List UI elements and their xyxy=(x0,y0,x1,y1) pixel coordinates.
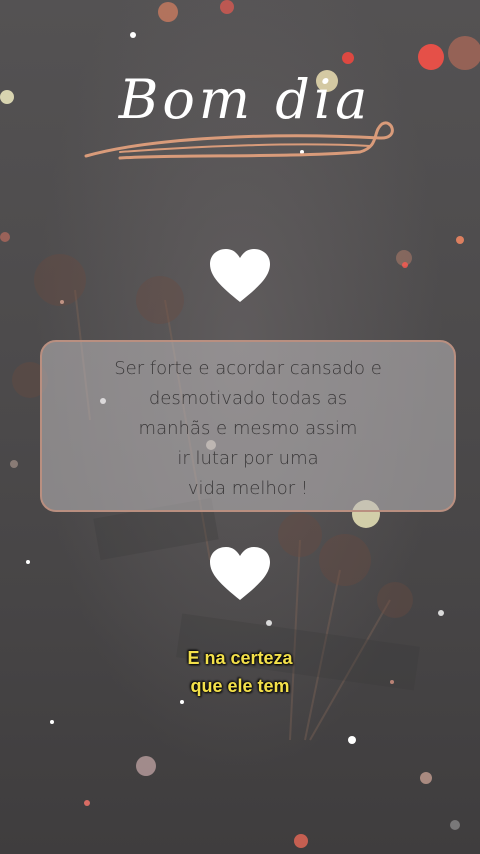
story-canvas: Bom dia Ser forte e acordar cansado e de… xyxy=(0,0,480,854)
title-underline-swash xyxy=(84,121,394,160)
heart-icon xyxy=(210,249,270,302)
quote-line: manhãs e mesmo assim xyxy=(138,418,358,439)
quote-line: Ser forte e acordar cansado e xyxy=(114,358,382,379)
quote-card: Ser forte e acordar cansado e desmotivad… xyxy=(40,340,456,512)
subtitle-caption-line: que ele tem xyxy=(190,676,290,696)
quote-line: ir lutar por uma xyxy=(177,448,319,469)
subtitle-caption-line: E na certeza xyxy=(187,648,293,668)
heart-icon xyxy=(210,547,270,600)
greeting-title: Bom dia xyxy=(80,62,410,172)
quote-line: desmotivado todas as xyxy=(148,388,348,409)
quote-line: vida melhor ! xyxy=(187,478,309,499)
